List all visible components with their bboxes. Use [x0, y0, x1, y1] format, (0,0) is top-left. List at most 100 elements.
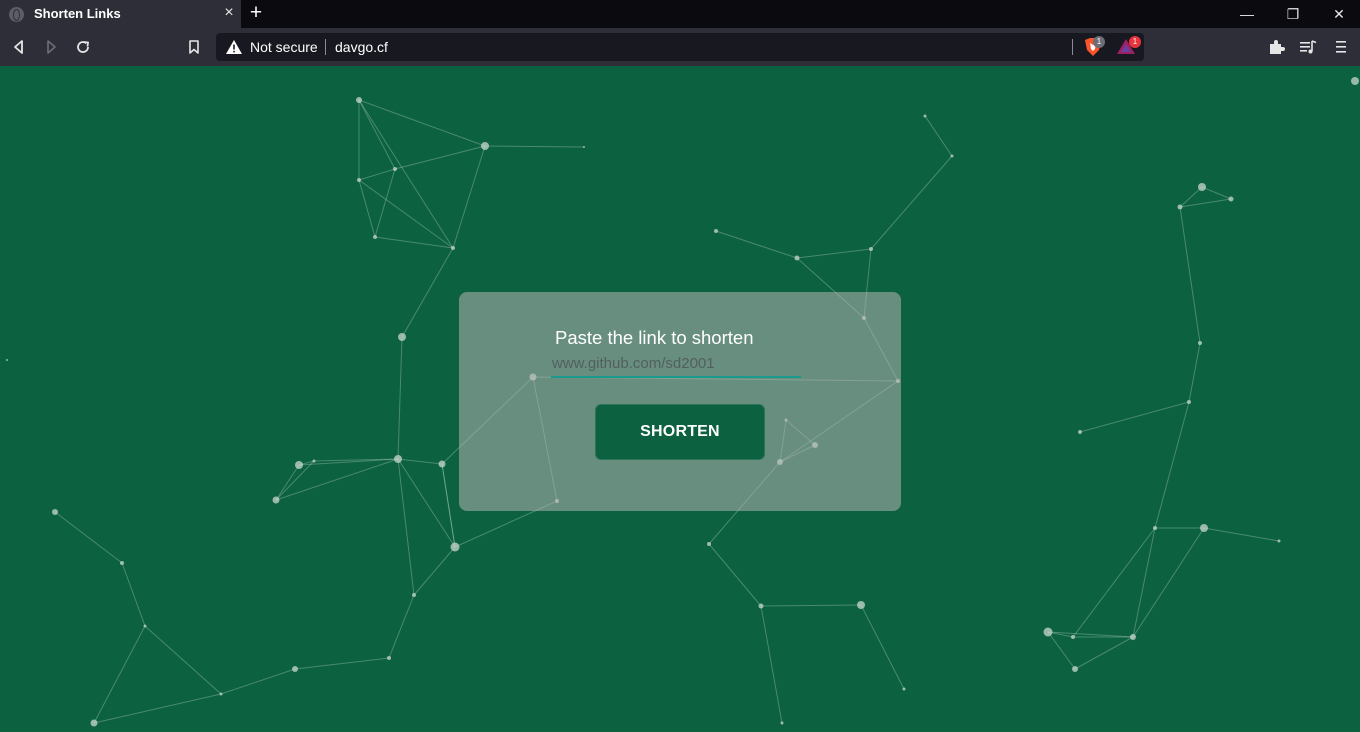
network-node: [758, 603, 764, 609]
network-link: [1047, 631, 1076, 670]
minimize-button[interactable]: —: [1224, 0, 1270, 28]
network-node: [923, 114, 927, 118]
network-link: [374, 168, 396, 238]
network-node: [1072, 666, 1078, 672]
network-link: [275, 458, 399, 501]
link-input[interactable]: [551, 350, 801, 378]
network-node: [398, 333, 406, 341]
network-link: [294, 657, 390, 670]
network-node: [387, 656, 391, 660]
network-link: [1179, 206, 1201, 344]
network-node: [1277, 539, 1281, 543]
forward-icon[interactable]: [41, 37, 61, 57]
url-text[interactable]: davgo.cf: [335, 39, 388, 55]
network-node: [857, 601, 865, 609]
warning-icon[interactable]: [226, 40, 242, 59]
network-node: [1078, 430, 1082, 434]
network-link: [1203, 527, 1280, 542]
network-link: [708, 543, 762, 607]
tab-active[interactable]: Shorten Links ×: [0, 0, 241, 28]
network-link: [275, 460, 315, 501]
network-node: [583, 146, 585, 148]
network-node: [394, 455, 402, 463]
network-link: [358, 99, 454, 249]
network-node: [373, 235, 377, 239]
network-node: [1228, 196, 1234, 202]
network-node: [451, 246, 455, 250]
network-link: [275, 464, 300, 501]
browser-toolbar: Not secure davgo.cf 1 1: [0, 28, 1360, 66]
network-node: [481, 142, 489, 150]
network-node: [1200, 524, 1208, 532]
network-link: [54, 511, 123, 564]
reload-icon[interactable]: [73, 37, 93, 57]
network-link: [484, 145, 585, 148]
network-link: [860, 604, 905, 690]
new-tab-button[interactable]: +: [246, 2, 266, 23]
back-icon[interactable]: [9, 37, 29, 57]
tab-title: Shorten Links: [34, 6, 121, 21]
shields-badge: 1: [1093, 36, 1105, 48]
network-node: [1198, 183, 1206, 191]
network-link: [441, 463, 456, 548]
network-link: [397, 458, 443, 465]
network-link: [715, 230, 798, 259]
network-node: [1187, 400, 1191, 404]
network-link: [121, 562, 146, 627]
network-link: [358, 179, 454, 249]
network-link: [1074, 636, 1134, 670]
network-node: [1071, 635, 1075, 639]
close-icon[interactable]: ×: [220, 4, 238, 22]
network-node: [52, 509, 58, 515]
network-link: [388, 594, 415, 659]
page-viewport: Paste the link to shorten SHORTEN: [0, 66, 1360, 732]
network-node: [714, 229, 718, 233]
network-node: [438, 460, 446, 468]
network-link: [358, 179, 376, 238]
network-link: [93, 625, 146, 724]
url-divider: [325, 39, 326, 55]
network-node: [6, 359, 8, 361]
network-node: [90, 719, 98, 727]
rewards-badge: 1: [1129, 36, 1141, 48]
network-node: [393, 167, 397, 171]
brave-shields-icon[interactable]: 1: [1082, 36, 1105, 62]
network-node: [312, 459, 316, 463]
network-link: [413, 546, 456, 596]
network-node: [1130, 634, 1136, 640]
network-node: [272, 496, 280, 504]
address-bar[interactable]: Not secure davgo.cf 1 1: [216, 33, 1144, 61]
network-node: [356, 97, 362, 103]
network-link: [452, 145, 486, 249]
url-divider-right: [1072, 39, 1073, 55]
network-node: [412, 593, 416, 597]
network-link: [1079, 401, 1190, 433]
network-link: [374, 236, 454, 249]
globe-icon: [9, 7, 24, 22]
security-label[interactable]: Not secure: [250, 39, 318, 55]
network-node: [295, 461, 303, 469]
bookmark-icon[interactable]: [184, 37, 204, 57]
brave-rewards-icon[interactable]: 1: [1116, 36, 1141, 62]
restore-button[interactable]: ❐: [1270, 0, 1316, 28]
network-link: [144, 625, 222, 695]
network-node: [1177, 204, 1183, 210]
network-node: [143, 624, 147, 628]
card-title: Paste the link to shorten: [555, 327, 754, 348]
network-link: [93, 693, 222, 724]
network-node: [780, 721, 784, 725]
extensions-icon[interactable]: [1267, 37, 1287, 57]
network-node: [950, 154, 954, 158]
close-window-button[interactable]: ✕: [1316, 0, 1360, 28]
menu-icon[interactable]: [1331, 37, 1351, 57]
network-node: [357, 178, 361, 182]
network-node: [120, 561, 124, 565]
shorten-button[interactable]: SHORTEN: [595, 404, 765, 460]
network-link: [358, 99, 396, 170]
network-link: [1188, 342, 1201, 403]
network-node: [869, 247, 873, 251]
network-node: [1351, 77, 1359, 85]
network-link: [220, 668, 296, 695]
playlist-icon[interactable]: [1298, 37, 1318, 57]
network-node: [1198, 341, 1202, 345]
